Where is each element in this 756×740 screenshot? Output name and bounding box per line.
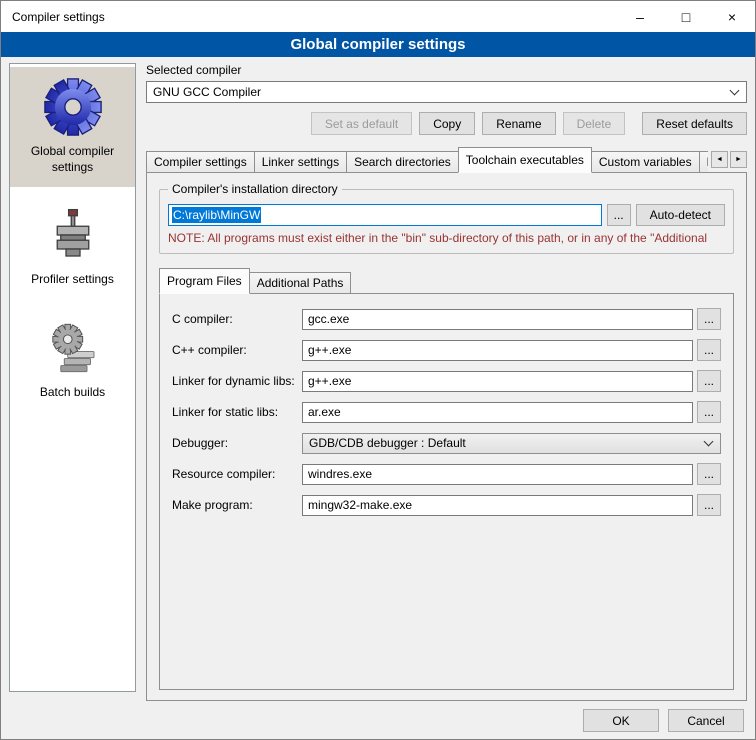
install-dir-browse-button[interactable]: ... bbox=[607, 204, 631, 226]
debugger-row: Debugger: GDB/CDB debugger : Default bbox=[172, 432, 721, 454]
debugger-dropdown[interactable]: GDB/CDB debugger : Default bbox=[302, 433, 721, 454]
profiler-icon bbox=[43, 205, 103, 265]
title-bar: Compiler settings – □ × bbox=[1, 1, 755, 32]
settings-category-list: Global compiler settings bbox=[9, 63, 136, 692]
delete-button: Delete bbox=[563, 112, 626, 135]
tab-build-options[interactable]: Build bbox=[699, 151, 708, 173]
subtab-program-files[interactable]: Program Files bbox=[159, 268, 250, 294]
selected-compiler-dropdown[interactable]: GNU GCC Compiler bbox=[146, 81, 747, 103]
rename-button[interactable]: Rename bbox=[482, 112, 555, 135]
tab-strip: Compiler settings Linker settings Search… bbox=[146, 147, 708, 173]
resource-compiler-label: Resource compiler: bbox=[172, 467, 302, 481]
tab-bar: Compiler settings Linker settings Search… bbox=[146, 147, 747, 173]
compiler-settings-window: Compiler settings – □ × Global compiler … bbox=[0, 0, 756, 740]
static-linker-input[interactable] bbox=[302, 402, 693, 423]
tab-custom-variables[interactable]: Custom variables bbox=[591, 151, 700, 173]
dynamic-linker-label: Linker for dynamic libs: bbox=[172, 374, 302, 388]
window-controls: – □ × bbox=[617, 1, 755, 32]
ok-button[interactable]: OK bbox=[583, 709, 659, 732]
c-compiler-label: C compiler: bbox=[172, 312, 302, 326]
install-dir-input[interactable]: C:\raylib\MinGW bbox=[168, 204, 602, 226]
auto-detect-button[interactable]: Auto-detect bbox=[636, 204, 725, 226]
sidebar-item-profiler-settings[interactable]: Profiler settings bbox=[10, 195, 135, 300]
sidebar-item-label: Batch builds bbox=[12, 385, 133, 401]
main-panel: Selected compiler GNU GCC Compiler Set a… bbox=[146, 63, 747, 701]
tab-scroll-right-icon[interactable]: ► bbox=[730, 151, 747, 168]
page-title: Global compiler settings bbox=[1, 32, 755, 57]
program-files-page: C compiler: ... C++ compiler: ... bbox=[159, 293, 734, 690]
minimize-icon[interactable]: – bbox=[617, 1, 663, 32]
make-program-row: Make program: ... bbox=[172, 494, 721, 516]
tab-scroll-left-icon[interactable]: ◄ bbox=[711, 151, 728, 168]
window-title: Compiler settings bbox=[1, 10, 105, 24]
cancel-button[interactable]: Cancel bbox=[668, 709, 744, 732]
static-linker-browse-button[interactable]: ... bbox=[697, 401, 721, 423]
tab-scroll-buttons: ◄ ► bbox=[711, 151, 747, 168]
debugger-label: Debugger: bbox=[172, 436, 302, 450]
batch-builds-icon bbox=[43, 318, 103, 378]
make-program-browse-button[interactable]: ... bbox=[697, 494, 721, 516]
c-compiler-input[interactable] bbox=[302, 309, 693, 330]
resource-compiler-browse-button[interactable]: ... bbox=[697, 463, 721, 485]
sidebar-item-batch-builds[interactable]: Batch builds bbox=[10, 308, 135, 413]
tab-search-directories[interactable]: Search directories bbox=[346, 151, 459, 173]
cpp-compiler-label: C++ compiler: bbox=[172, 343, 302, 357]
blue-gear-icon bbox=[43, 77, 103, 137]
dynamic-linker-row: Linker for dynamic libs: ... bbox=[172, 370, 721, 392]
reset-defaults-button[interactable]: Reset defaults bbox=[642, 112, 747, 135]
set-as-default-button: Set as default bbox=[311, 112, 412, 135]
selected-compiler-label: Selected compiler bbox=[146, 63, 747, 77]
dialog-buttons: OK Cancel bbox=[583, 709, 744, 732]
cpp-compiler-row: C++ compiler: ... bbox=[172, 339, 721, 361]
tab-toolchain-executables[interactable]: Toolchain executables bbox=[458, 147, 592, 173]
sidebar-item-label: Global compiler settings bbox=[12, 144, 133, 175]
static-linker-label: Linker for static libs: bbox=[172, 405, 302, 419]
cpp-compiler-browse-button[interactable]: ... bbox=[697, 339, 721, 361]
c-compiler-row: C compiler: ... bbox=[172, 308, 721, 330]
static-linker-row: Linker for static libs: ... bbox=[172, 401, 721, 423]
chevron-down-icon bbox=[704, 437, 714, 447]
cpp-compiler-input[interactable] bbox=[302, 340, 693, 361]
sidebar-item-global-compiler-settings[interactable]: Global compiler settings bbox=[10, 67, 135, 187]
resource-compiler-row: Resource compiler: ... bbox=[172, 463, 721, 485]
c-compiler-browse-button[interactable]: ... bbox=[697, 308, 721, 330]
dynamic-linker-input[interactable] bbox=[302, 371, 693, 392]
resource-compiler-input[interactable] bbox=[302, 464, 693, 485]
dialog-body: Global compiler settings bbox=[1, 57, 755, 739]
maximize-icon[interactable]: □ bbox=[663, 1, 709, 32]
close-icon[interactable]: × bbox=[709, 1, 755, 32]
chevron-down-icon bbox=[730, 86, 740, 96]
install-dir-value: C:\raylib\MinGW bbox=[172, 207, 261, 223]
compiler-actions: Set as default Copy Rename Delete Reset … bbox=[146, 112, 747, 135]
copy-button[interactable]: Copy bbox=[419, 112, 475, 135]
installation-directory-group-title: Compiler's installation directory bbox=[168, 182, 342, 196]
make-program-label: Make program: bbox=[172, 498, 302, 512]
selected-compiler-value: GNU GCC Compiler bbox=[153, 85, 261, 99]
installation-directory-group: Compiler's installation directory C:\ray… bbox=[159, 189, 734, 254]
debugger-value: GDB/CDB debugger : Default bbox=[309, 436, 466, 450]
program-files-tab-bar: Program Files Additional Paths bbox=[159, 268, 734, 294]
make-program-input[interactable] bbox=[302, 495, 693, 516]
dynamic-linker-browse-button[interactable]: ... bbox=[697, 370, 721, 392]
bin-subdirectory-note: NOTE: All programs must exist either in … bbox=[168, 231, 725, 245]
installation-directory-row: C:\raylib\MinGW ... Auto-detect bbox=[168, 204, 725, 226]
subtab-additional-paths[interactable]: Additional Paths bbox=[249, 272, 352, 294]
tab-compiler-settings[interactable]: Compiler settings bbox=[146, 151, 255, 173]
toolchain-executables-page: Compiler's installation directory C:\ray… bbox=[146, 172, 747, 701]
tab-linker-settings[interactable]: Linker settings bbox=[254, 151, 347, 173]
sidebar-item-label: Profiler settings bbox=[12, 272, 133, 288]
